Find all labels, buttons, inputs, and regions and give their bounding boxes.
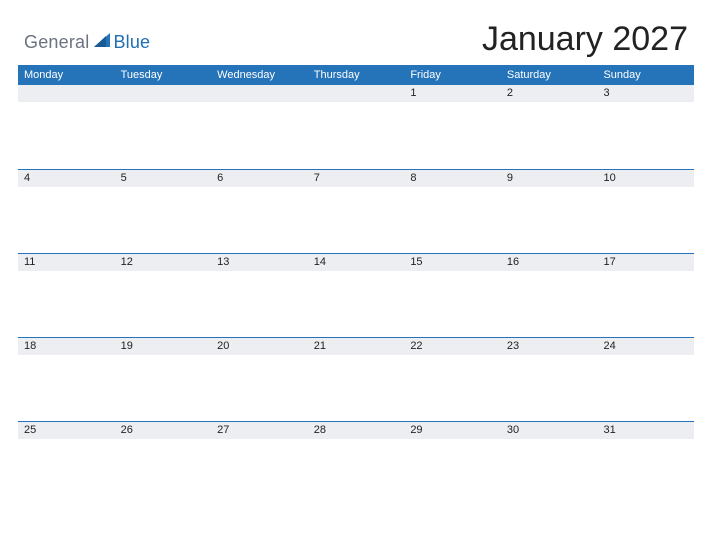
day-number xyxy=(18,85,115,102)
week-row: 11 12 13 14 15 16 17 xyxy=(18,253,694,337)
weekday-header: Monday xyxy=(18,65,115,85)
day-number: 12 xyxy=(115,253,212,271)
header: General Blue January 2027 xyxy=(18,20,694,65)
weekday-header: Wednesday xyxy=(211,65,308,85)
brand-word-1: General xyxy=(24,32,89,53)
day-cell: 8 xyxy=(404,169,501,253)
day-cell: 15 xyxy=(404,253,501,337)
day-number: 30 xyxy=(501,421,598,439)
day-number: 3 xyxy=(597,85,694,102)
day-number: 9 xyxy=(501,169,598,187)
day-cell: 24 xyxy=(597,337,694,421)
day-cell: 13 xyxy=(211,253,308,337)
day-number xyxy=(211,85,308,102)
day-cell xyxy=(308,85,405,169)
day-number: 28 xyxy=(308,421,405,439)
week-row: 1 2 3 xyxy=(18,85,694,169)
day-number: 16 xyxy=(501,253,598,271)
day-cell xyxy=(211,85,308,169)
week-row: 25 26 27 28 29 30 31 xyxy=(18,421,694,505)
day-number: 22 xyxy=(404,337,501,355)
day-cell: 20 xyxy=(211,337,308,421)
day-cell: 6 xyxy=(211,169,308,253)
day-cell: 17 xyxy=(597,253,694,337)
weekday-header: Tuesday xyxy=(115,65,212,85)
week-row: 4 5 6 7 8 9 10 xyxy=(18,169,694,253)
day-number: 7 xyxy=(308,169,405,187)
day-cell: 9 xyxy=(501,169,598,253)
day-number: 11 xyxy=(18,253,115,271)
day-cell: 22 xyxy=(404,337,501,421)
day-number: 26 xyxy=(115,421,212,439)
day-cell: 5 xyxy=(115,169,212,253)
day-cell: 14 xyxy=(308,253,405,337)
day-cell: 28 xyxy=(308,421,405,505)
day-cell: 27 xyxy=(211,421,308,505)
day-number: 18 xyxy=(18,337,115,355)
day-number: 21 xyxy=(308,337,405,355)
day-number: 23 xyxy=(501,337,598,355)
day-cell: 3 xyxy=(597,85,694,169)
day-cell: 25 xyxy=(18,421,115,505)
day-cell: 1 xyxy=(404,85,501,169)
day-number: 1 xyxy=(404,85,501,102)
day-cell: 26 xyxy=(115,421,212,505)
day-number: 24 xyxy=(597,337,694,355)
week-row: 18 19 20 21 22 23 24 xyxy=(18,337,694,421)
weekday-header: Sunday xyxy=(597,65,694,85)
day-cell: 29 xyxy=(404,421,501,505)
day-number: 31 xyxy=(597,421,694,439)
day-cell: 10 xyxy=(597,169,694,253)
day-number: 13 xyxy=(211,253,308,271)
weekday-header: Saturday xyxy=(501,65,598,85)
day-cell xyxy=(115,85,212,169)
day-cell: 31 xyxy=(597,421,694,505)
day-number: 2 xyxy=(501,85,598,102)
day-number: 6 xyxy=(211,169,308,187)
day-cell: 30 xyxy=(501,421,598,505)
day-number: 20 xyxy=(211,337,308,355)
day-cell: 7 xyxy=(308,169,405,253)
day-number: 8 xyxy=(404,169,501,187)
day-number: 5 xyxy=(115,169,212,187)
day-number: 15 xyxy=(404,253,501,271)
day-number: 27 xyxy=(211,421,308,439)
day-cell: 21 xyxy=(308,337,405,421)
day-number: 25 xyxy=(18,421,115,439)
day-cell: 18 xyxy=(18,337,115,421)
day-cell xyxy=(18,85,115,169)
weekday-header: Friday xyxy=(404,65,501,85)
weekday-header-row: Monday Tuesday Wednesday Thursday Friday… xyxy=(18,65,694,85)
day-number: 19 xyxy=(115,337,212,355)
day-cell: 2 xyxy=(501,85,598,169)
day-number: 10 xyxy=(597,169,694,187)
calendar-title: January 2027 xyxy=(482,20,688,59)
brand-word-2: Blue xyxy=(113,32,150,53)
day-cell: 4 xyxy=(18,169,115,253)
day-number xyxy=(308,85,405,102)
day-number: 29 xyxy=(404,421,501,439)
logo-triangle-icon xyxy=(93,32,111,53)
day-cell: 16 xyxy=(501,253,598,337)
brand-logo: General Blue xyxy=(24,32,150,59)
calendar-grid: 1 2 3 4 5 6 7 8 9 10 11 12 13 14 15 16 1… xyxy=(18,85,694,505)
day-cell: 19 xyxy=(115,337,212,421)
day-cell: 23 xyxy=(501,337,598,421)
day-number: 4 xyxy=(18,169,115,187)
weekday-header: Thursday xyxy=(308,65,405,85)
day-cell: 11 xyxy=(18,253,115,337)
day-number xyxy=(115,85,212,102)
day-number: 14 xyxy=(308,253,405,271)
day-cell: 12 xyxy=(115,253,212,337)
day-number: 17 xyxy=(597,253,694,271)
